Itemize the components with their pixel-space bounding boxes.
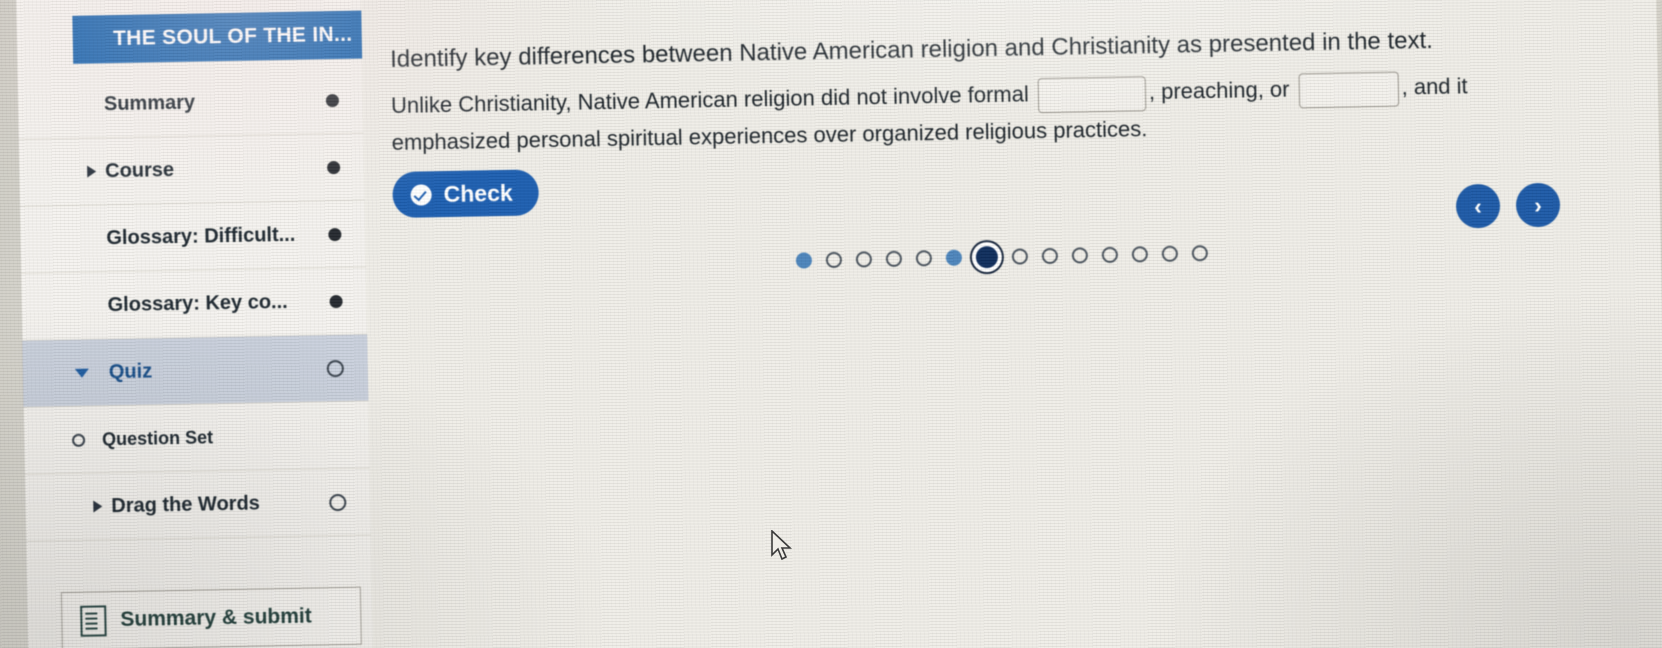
sidebar-item-label: Course bbox=[104, 158, 175, 182]
previous-slide-button[interactable]: ‹ bbox=[1455, 183, 1501, 229]
sentence-part-1: Unlike Christianity, Native American rel… bbox=[390, 81, 1036, 119]
sidebar-item-question-set[interactable]: Question Set bbox=[23, 401, 370, 475]
pagination-dot[interactable] bbox=[885, 250, 903, 267]
screen-content-blur: THE SOUL OF THE IN... Summary Course Glo… bbox=[0, 0, 1662, 648]
fullscreen-expand-icon[interactable] bbox=[1524, 0, 1550, 1]
sidebar-item-glossary-difficult[interactable]: Glossary: Difficult... bbox=[19, 200, 366, 274]
progress-dot-filled-icon bbox=[325, 93, 340, 107]
pagination-dot[interactable] bbox=[1161, 245, 1179, 262]
pagination-dot[interactable] bbox=[1131, 246, 1149, 263]
dropzone-2[interactable] bbox=[1298, 71, 1399, 109]
chevron-right-icon bbox=[87, 165, 97, 178]
summary-and-submit-button[interactable]: Summary & submit bbox=[60, 586, 362, 648]
summary-submit-label: Summary & submit bbox=[120, 604, 312, 632]
pagination-dot[interactable] bbox=[1011, 248, 1029, 265]
course-title: THE SOUL OF THE IN... bbox=[72, 9, 394, 64]
mouse-cursor bbox=[770, 529, 796, 564]
pagination-dot-current[interactable] bbox=[975, 245, 999, 269]
bullet-circle-icon bbox=[71, 433, 86, 447]
pagination-dot[interactable] bbox=[1101, 246, 1119, 264]
progress-dot-filled-icon bbox=[329, 294, 343, 308]
sidebar-item-label: Drag the Words bbox=[111, 491, 261, 517]
progress-dot-hollow-icon bbox=[329, 493, 347, 511]
sidebar-item-summary[interactable]: Summary bbox=[17, 66, 364, 140]
check-button[interactable]: Check bbox=[392, 169, 540, 219]
header-prev-button[interactable]: ‹ bbox=[1410, 0, 1439, 5]
sidebar-item-label: Summary bbox=[103, 91, 196, 115]
screen-photo: THE SOUL OF THE IN... Summary Course Glo… bbox=[0, 0, 1662, 648]
progress-dot-hollow-icon bbox=[326, 359, 344, 377]
chevron-right-icon bbox=[93, 500, 103, 513]
sidebar-item-drag-the-words[interactable]: Drag the Words bbox=[24, 468, 371, 542]
pagination-dot[interactable] bbox=[1071, 247, 1089, 264]
sidebar-item-quiz[interactable]: Quiz bbox=[22, 334, 369, 408]
sidebar-item-label: Question Set bbox=[101, 426, 214, 449]
sidebar-item-label: Glossary: Key co... bbox=[107, 290, 288, 316]
pagination-dot[interactable] bbox=[945, 249, 963, 266]
progress-dot-filled-icon bbox=[328, 227, 342, 241]
slide-nav-controls: ‹ › bbox=[1455, 182, 1561, 229]
sidebar-item-glossary-key[interactable]: Glossary: Key co... bbox=[21, 267, 368, 341]
sentence-part-2: , preaching, or bbox=[1148, 76, 1296, 105]
next-slide-button[interactable]: › bbox=[1515, 182, 1561, 228]
question-prompt: Identify key differences between Native … bbox=[389, 26, 1434, 74]
sidebar-item-label: Glossary: Difficult... bbox=[106, 223, 296, 249]
drag-the-words-sentence: Unlike Christianity, Native American rel… bbox=[391, 68, 1482, 160]
check-button-label: Check bbox=[443, 179, 513, 207]
exercise-stage: 5 / 7 ‹ › Identify key differences betwe… bbox=[360, 0, 1662, 648]
page-indicator: 5 / 7 bbox=[1311, 0, 1368, 3]
screen-surface: THE SOUL OF THE IN... Summary Course Glo… bbox=[0, 0, 1662, 648]
sidebar-item-course[interactable]: Course bbox=[18, 133, 365, 207]
check-circle-icon bbox=[410, 183, 432, 206]
pagination-dot[interactable] bbox=[915, 250, 933, 267]
pagination-dot[interactable] bbox=[1041, 247, 1059, 265]
chevron-down-icon bbox=[74, 368, 89, 378]
progress-dot-filled-icon bbox=[327, 160, 341, 174]
header-next-button[interactable]: › bbox=[1468, 0, 1497, 4]
document-icon bbox=[80, 604, 107, 637]
pagination-dot[interactable] bbox=[795, 252, 813, 269]
dropzone-1[interactable] bbox=[1037, 75, 1147, 113]
course-sidebar: THE SOUL OF THE IN... Summary Course Glo… bbox=[15, 0, 394, 648]
pagination-dot[interactable] bbox=[825, 251, 843, 269]
slide-pagination bbox=[795, 242, 1209, 272]
app-content: THE SOUL OF THE IN... Summary Course Glo… bbox=[0, 0, 1662, 648]
sidebar-list: Summary Course Glossary: Difficult... Gl… bbox=[17, 66, 371, 542]
pagination-dot[interactable] bbox=[855, 251, 873, 268]
pagination-dot[interactable] bbox=[1191, 245, 1209, 262]
